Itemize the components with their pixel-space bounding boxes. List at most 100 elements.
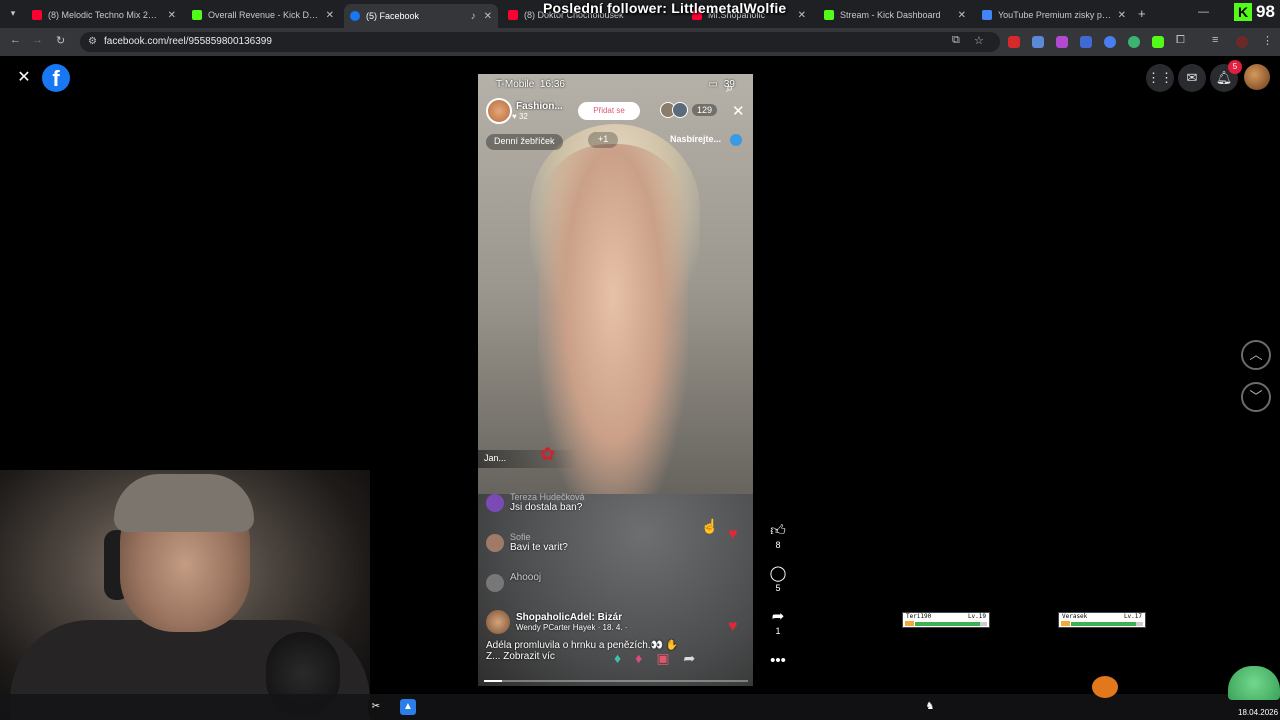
heart-icon: ♥ (728, 526, 738, 543)
minimize-icon[interactable]: — (1198, 6, 1209, 18)
carrier-text: T-Mobile (496, 78, 535, 90)
viewer-hp-widget: Teri190 Lv.19 (902, 612, 990, 628)
address-bar[interactable]: ⚙ facebook.com/reel/955859800136399 (80, 32, 1000, 52)
tab-stream-kick[interactable]: Stream - Kick Dashboard ✕ (818, 4, 972, 26)
viewer-avatar (672, 102, 688, 118)
like-count: 8 (775, 540, 781, 550)
reel-video[interactable]: T-Mobile 16:36 ▭ 39 ⌕ Fashion... ♥ 32 Při… (478, 74, 753, 686)
messenger-icon[interactable]: ✉ (1178, 64, 1206, 92)
video-progress-bar[interactable] (484, 680, 748, 682)
kick-extension-icon[interactable] (1152, 36, 1164, 48)
close-tab-icon[interactable]: ✕ (1118, 10, 1126, 21)
tab-title: (5) Facebook (366, 11, 420, 21)
page-avatar[interactable] (486, 610, 510, 634)
extension-icon[interactable] (1080, 36, 1092, 48)
back-icon[interactable]: ← (10, 34, 21, 46)
comment-author: Sofie (510, 532, 531, 542)
close-icon[interactable]: ✕ (14, 68, 34, 88)
extension-icon[interactable] (1008, 36, 1020, 48)
comment-avatar (486, 574, 504, 592)
page-name[interactable]: ShopaholicAdel: Bizár (516, 612, 627, 623)
more-menu-icon[interactable]: ⋮ (1262, 34, 1273, 47)
close-tab-icon[interactable]: ✕ (326, 10, 334, 21)
next-reel-button[interactable]: ﹀ (1241, 382, 1271, 412)
host-name: Fashion... (516, 101, 563, 112)
extensions-puzzle-icon[interactable]: ⧠ (1176, 34, 1185, 47)
more-options-button[interactable]: ••• (766, 652, 790, 670)
webcam-overlay (0, 470, 370, 720)
widget-level: Lv.17 (1123, 613, 1142, 620)
tab-title: YouTube Premium zisky pro ne (998, 10, 1112, 20)
comment-author: Tereza Hudečková (510, 492, 585, 502)
like-button[interactable]: 👍︎ 8 (766, 522, 790, 550)
rose-icon: ✿ (540, 444, 556, 464)
host-likes: ♥ 32 (512, 112, 528, 121)
comment-text: Ahoooj (510, 572, 542, 583)
new-tab-button[interactable]: + (1138, 6, 1146, 21)
gift-icon[interactable]: ♦ (614, 650, 621, 667)
tab-title: (8) Melodic Techno Mix 2016 (W (48, 10, 162, 20)
kick-follower-counter: K 98 (1234, 2, 1275, 22)
speaker-icon[interactable]: ♪ (471, 11, 476, 22)
close-tab-icon[interactable]: ✕ (168, 10, 176, 21)
facebook-logo-icon[interactable]: f (42, 64, 70, 92)
pet-icon: ♞ (925, 701, 935, 712)
media-control-icon[interactable]: ≡ (1212, 34, 1218, 46)
extension-icon[interactable] (1056, 36, 1068, 48)
gift-notification: Jan... (478, 450, 578, 468)
mouse-cursor-icon: ☝ (701, 518, 719, 534)
capcut-app-icon[interactable]: ✂ (368, 699, 384, 715)
tab-title: Overall Revenue - Kick Dashbo (208, 10, 320, 20)
gift-icon[interactable]: ♦ (635, 650, 642, 667)
taskbar: ✂ ▲ ♞ 18.04.2026 (0, 694, 1280, 720)
close-tab-icon[interactable]: ✕ (484, 11, 492, 22)
close-live-icon[interactable]: ✕ (732, 102, 745, 120)
webcam-person (114, 474, 254, 532)
video-progress-fill (484, 680, 503, 682)
comment-text: Bavi te varit? (510, 542, 568, 553)
previous-reel-button[interactable]: ︿ (1241, 340, 1271, 370)
extension-icon[interactable] (1104, 36, 1116, 48)
extension-icon[interactable] (1128, 36, 1140, 48)
site-info-icon[interactable]: ⚙ (88, 36, 97, 47)
comment-button[interactable]: ◯ 5 (766, 565, 790, 593)
kick-favicon-icon (192, 10, 202, 20)
menu-grid-icon[interactable]: ⋮⋮ (1146, 64, 1174, 92)
bookmark-star-icon[interactable]: ☆ (974, 34, 984, 47)
guest-count: +1 (598, 134, 609, 144)
browser-toolbar: ← → ↻ ⚙ facebook.com/reel/95585980013639… (0, 28, 1280, 56)
close-tab-icon[interactable]: ✕ (798, 10, 806, 21)
search-icon[interactable]: ⌕ (726, 80, 733, 96)
comment-item: Tereza Hudečková Jsi dostala ban? (486, 492, 585, 513)
share-button[interactable]: ➦ 1 (766, 608, 790, 636)
kick-logo-icon: K (1234, 3, 1252, 21)
profile-avatar-icon[interactable] (1236, 36, 1248, 48)
tab-search-dropdown-icon[interactable]: ▾ (6, 6, 20, 20)
close-tab-icon[interactable]: ✕ (958, 10, 966, 21)
live-host-header[interactable]: Fashion... ♥ 32 (486, 98, 563, 124)
install-app-icon[interactable]: ⧉ (952, 34, 960, 47)
tab-melodic-techno[interactable]: (8) Melodic Techno Mix 2016 (W ✕ (26, 4, 182, 26)
comment-avatar (486, 534, 504, 552)
gift-box-icon[interactable]: ▣ (656, 650, 669, 667)
forward-icon[interactable]: → (32, 34, 43, 46)
google-favicon-icon (982, 10, 992, 20)
tab-youtube-premium[interactable]: YouTube Premium zisky pro ne ✕ (976, 4, 1132, 26)
join-button[interactable]: Přidat se (578, 102, 640, 120)
facebook-reel-page: ✕ f ⋮⋮ ✉ 🔔︎ 5 ︿ ﹀ T-Mobile 16:36 ▭ 39 ⌕ F… (0, 56, 1280, 720)
phone-status-bar: T-Mobile 16:36 ▭ 39 (478, 74, 753, 94)
viewer-count: 129 (692, 104, 718, 116)
reload-icon[interactable]: ↻ (56, 34, 65, 47)
app-icon[interactable]: ▲ (400, 699, 416, 715)
tab-title: Stream - Kick Dashboard (840, 10, 941, 20)
hp-tag-icon (905, 621, 914, 626)
extension-icon[interactable] (1032, 36, 1044, 48)
share-icon: ➦ (771, 608, 785, 625)
account-avatar[interactable] (1244, 64, 1270, 90)
hp-tag-icon (1061, 621, 1070, 626)
tab-facebook[interactable]: (5) Facebook ♪ ✕ (344, 4, 498, 28)
thumbs-up-icon: 👍︎ (770, 522, 786, 539)
widget-level: Lv.19 (967, 613, 986, 620)
share-arrow-icon[interactable]: ➦ (684, 650, 696, 667)
tab-overall-revenue[interactable]: Overall Revenue - Kick Dashbo ✕ (186, 4, 340, 26)
